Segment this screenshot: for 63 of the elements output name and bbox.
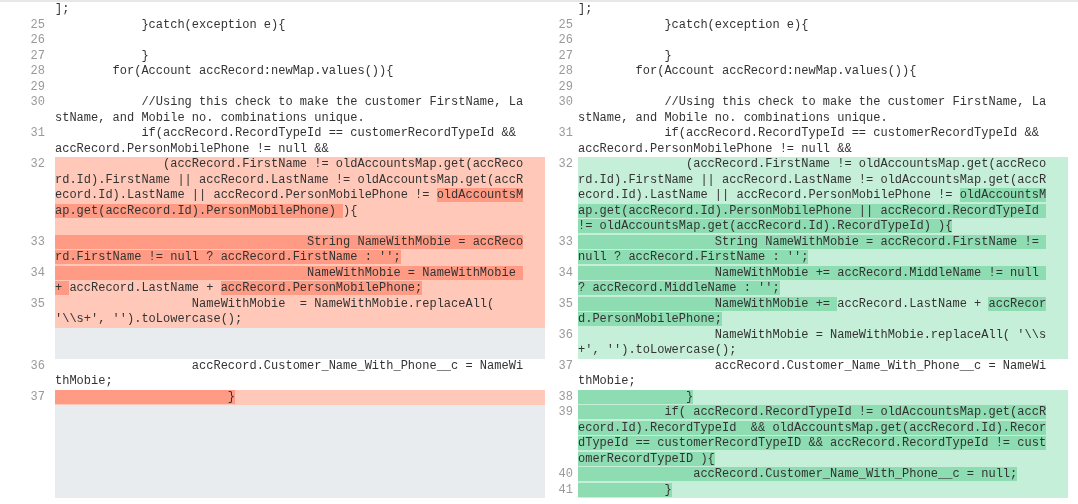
code-line: NameWithMobie = NameWithMobie.replaceAll( — [190, 296, 495, 312]
line-number: 36 — [558, 327, 573, 343]
code-line: (accRecord.FirstName != oldAccountsMap.get(accReco — [685, 157, 1047, 173]
line-number: 32 — [558, 157, 573, 173]
code-line: + accRecord.LastName + accRecord.PersonMobilePhone; — [55, 281, 423, 297]
line-number: 38 — [558, 389, 573, 405]
line-number: 33 — [558, 234, 573, 250]
line-number: 39 — [558, 405, 573, 421]
code-line: accRecord.Customer_Name_With_Phone__c = NameWi — [713, 358, 1047, 374]
line-number: 25 — [30, 17, 45, 33]
code-line: (accRecord.FirstName != oldAccountsMap.get(accReco — [162, 157, 524, 173]
line-number: 25 — [558, 17, 573, 33]
code-line: thMobie; — [578, 374, 636, 390]
code-line: }catch(exception e){ — [663, 17, 809, 33]
code-line: //Using this check to make the customer FirstName, La — [663, 95, 1047, 111]
code-line: ap.get(accRecord.Id).PersonMobilePhone) ){ — [55, 203, 358, 219]
code-line: ]; — [55, 2, 70, 18]
line-number: 41 — [558, 482, 573, 498]
line-number: 32 — [30, 157, 45, 173]
code-line: NameWithMobie = NameWithMobie.replaceAll( '\\s — [713, 327, 1047, 343]
line-number: 35 — [30, 296, 45, 312]
line-number: 26 — [558, 33, 573, 49]
code-line: if(accRecord.RecordTypeId == customerRecordTypeId && — [140, 126, 516, 142]
line-number: 26 — [30, 33, 45, 49]
code-line: thMobie; — [55, 374, 113, 390]
code-line: rd.Id).FirstName || accRecord.LastName != oldAccountsMap.get(accR — [578, 172, 1047, 188]
code-line: for(Account accRecord:newMap.values()){ — [634, 64, 917, 80]
line-number: 29 — [30, 79, 45, 95]
code-line: //Using this check to make the customer FirstName, La — [140, 95, 524, 111]
line-number: 35 — [558, 296, 573, 312]
line-number: 28 — [30, 64, 45, 80]
code-line: stName, and Mobile no. combinations unique. — [55, 110, 365, 126]
code-line: rd.Id).FirstName || accRecord.LastName != oldAccountsMap.get(accR — [55, 172, 524, 188]
code-line: NameWithMobie += accRecord.LastName + accRecor — [578, 296, 1047, 312]
line-number: 27 — [558, 48, 573, 64]
code-line: } — [663, 48, 672, 64]
line-number: 31 — [30, 126, 45, 142]
code-line: if(accRecord.RecordTypeId == customerRecordTypeId && — [663, 126, 1039, 142]
code-line: }catch(exception e){ — [140, 17, 286, 33]
line-number: 29 — [558, 79, 573, 95]
line-number: 31 — [558, 126, 573, 142]
line-number: 30 — [558, 95, 573, 111]
line-number: 27 — [30, 48, 45, 64]
code-line: accRecord.Customer_Name_With_Phone__c = NameWi — [190, 358, 524, 374]
code-line: ecord.Id).LastName || accRecord.PersonMobilePhone != oldAccountsM — [55, 188, 524, 204]
code-line: ]; — [578, 2, 593, 18]
code-line: +', '').toLowercase(); — [578, 343, 737, 359]
line-number: 30 — [30, 95, 45, 111]
code-line: ecord.Id).LastName || accRecord.PersonMobilePhone != oldAccountsM — [578, 188, 1047, 204]
code-line: accRecord.PersonMobilePhone != null && — [55, 141, 329, 157]
line-number: 36 — [30, 358, 45, 374]
code-line: accRecord.PersonMobilePhone != null && — [578, 141, 852, 157]
code-line: stName, and Mobile no. combinations unique. — [578, 110, 888, 126]
line-number: 40 — [558, 467, 573, 483]
line-number: 33 — [30, 234, 45, 250]
line-number: 37 — [30, 389, 45, 405]
code-line: } — [140, 48, 149, 64]
line-number: 37 — [558, 358, 573, 374]
line-number: 28 — [558, 64, 573, 80]
code-line: for(Account accRecord:newMap.values()){ — [111, 64, 394, 80]
line-number: 34 — [558, 265, 573, 281]
code-line: '\\s+', '').toLowercase(); — [55, 312, 243, 328]
line-number: 34 — [30, 265, 45, 281]
